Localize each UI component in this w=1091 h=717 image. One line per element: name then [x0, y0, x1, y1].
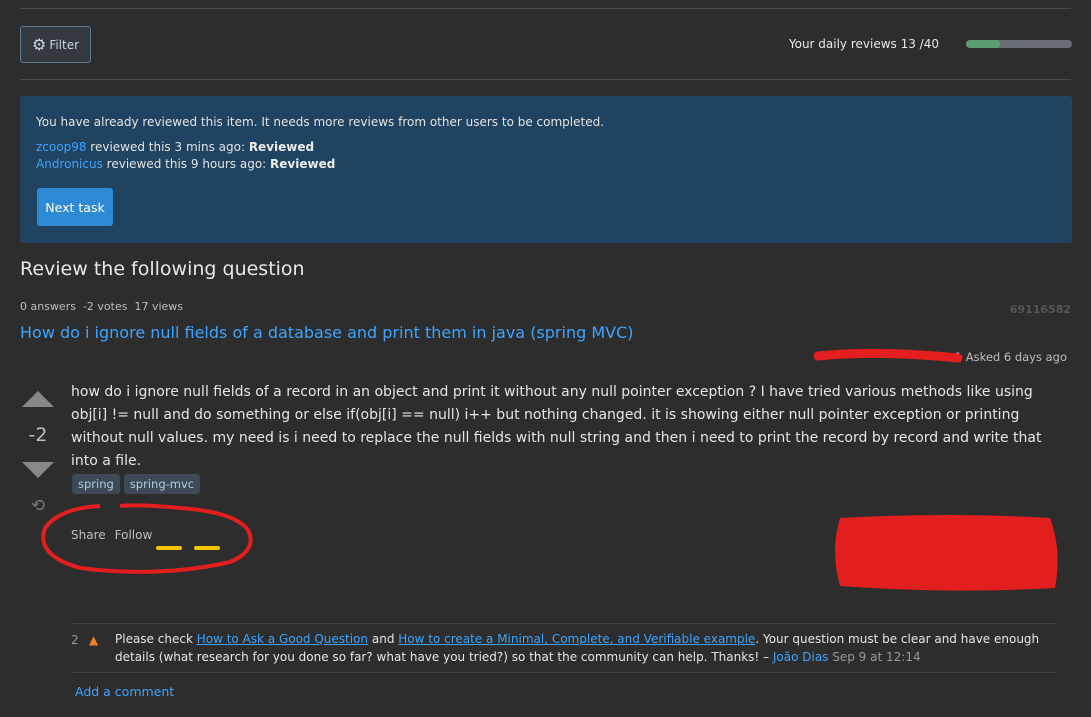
divider [20, 79, 1071, 80]
comment-text: and [368, 632, 399, 646]
review-entry: Andronicus reviewed this 9 hours ago: Re… [36, 157, 335, 171]
upvote-comment-icon[interactable]: ▲ [89, 631, 98, 649]
comment-author-link[interactable]: João Dias [773, 650, 829, 664]
question-id: 69116582 [1009, 303, 1071, 316]
review-text: reviewed this 9 hours ago: [102, 157, 271, 171]
user-link[interactable]: Andronicus [36, 157, 103, 171]
redaction-block [835, 515, 1058, 591]
annotation-circle [41, 503, 253, 574]
review-notice: You have already reviewed this item. It … [20, 96, 1072, 243]
annotation-overlay [41, 348, 1058, 591]
progress-fill [966, 40, 1001, 48]
user-link[interactable]: zcoop98 [36, 140, 86, 154]
daily-reviews-label: Your daily reviews 13 /40 [788, 37, 939, 51]
page-title: Review the following question [20, 258, 305, 280]
comment-link[interactable]: How to Ask a Good Question [197, 632, 368, 646]
filter-button[interactable]: ⚙ Filter [20, 26, 91, 63]
review-text: reviewed this 3 mins ago: [86, 140, 249, 154]
comment-score: 2 [71, 633, 79, 647]
review-entry: zcoop98 reviewed this 3 mins ago: Review… [36, 140, 314, 154]
comment-link[interactable]: How to create a Minimal, Complete, and V… [398, 632, 755, 646]
divider [20, 8, 1071, 9]
daily-reviews-progress [966, 40, 1072, 48]
gear-icon: ⚙ [31, 35, 47, 54]
notice-message: You have already reviewed this item. It … [36, 115, 605, 129]
redaction-mark [813, 348, 963, 363]
question-stats: 0 answers -2 votes 17 views [20, 300, 184, 313]
next-task-button[interactable]: Next task [37, 188, 113, 226]
add-comment-link[interactable]: Add a comment [75, 684, 174, 699]
comment-text: Please check [115, 632, 197, 646]
review-result: Reviewed [248, 140, 315, 154]
comment: 2 ▲ Please check How to Ask a Good Quest… [71, 623, 1056, 673]
review-result: Reviewed [270, 157, 336, 171]
comment-date: Sep 9 at 12:14 [828, 650, 921, 664]
